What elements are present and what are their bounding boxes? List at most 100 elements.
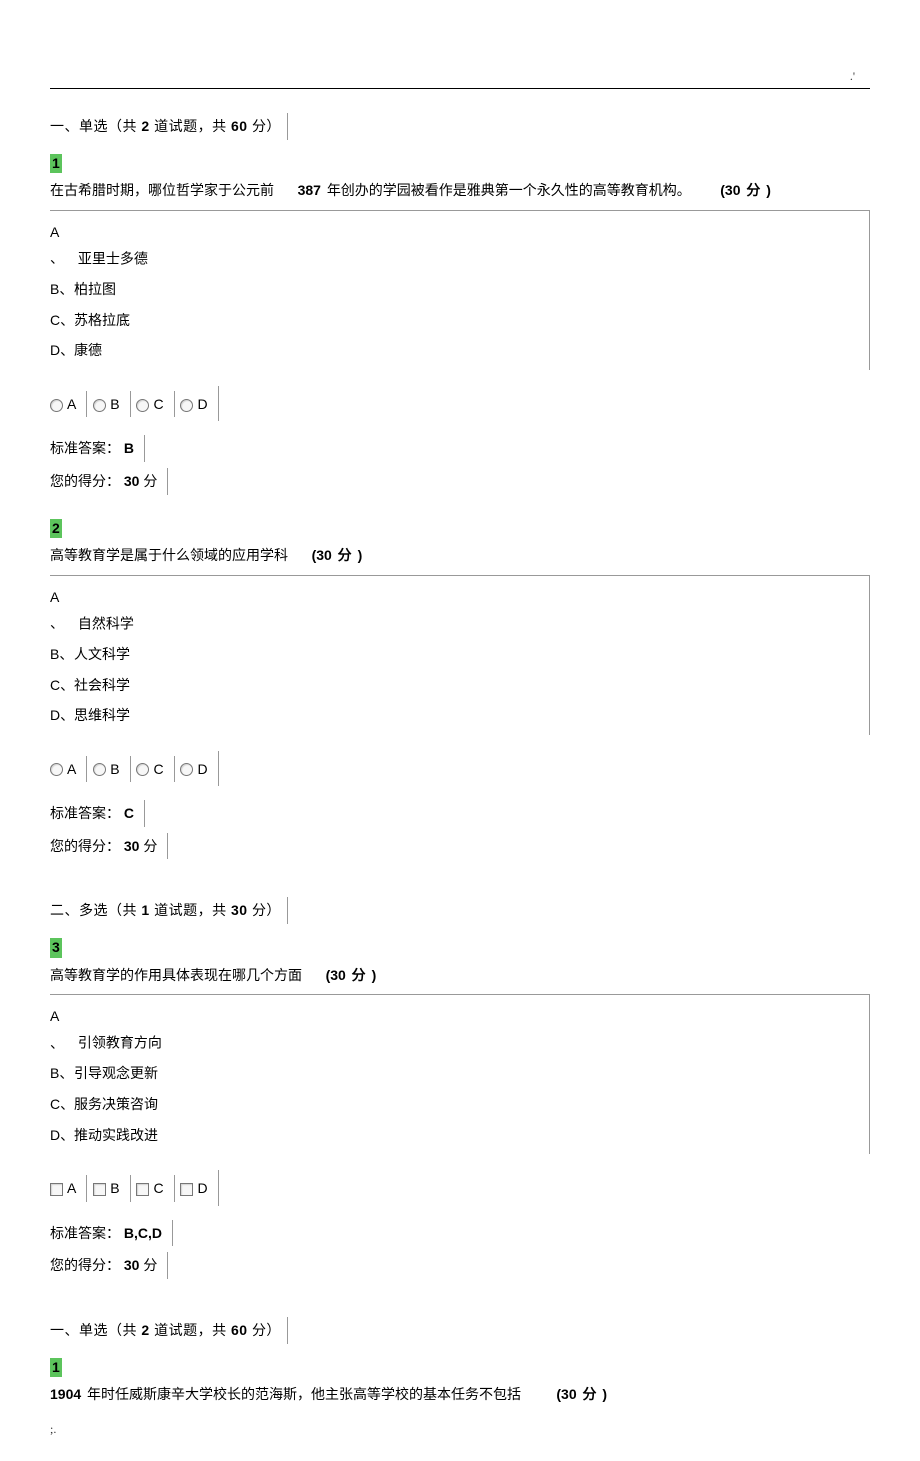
radio-label: C <box>153 396 163 412</box>
section-header-pre: 二、多选（共 <box>50 902 137 918</box>
choices: A 、 自然科学 B、人文科学 C、社会科学 D、思维科学 <box>50 575 870 735</box>
checkbox-option-c[interactable]: C <box>134 1175 174 1202</box>
radio-label: A <box>67 396 76 412</box>
question-number: 3 <box>50 938 62 958</box>
choice-letter: D、 <box>50 702 74 729</box>
radio-option-d[interactable]: D <box>178 391 207 418</box>
radio-option-c[interactable]: C <box>134 756 174 783</box>
section-header-pts: 60 <box>231 1322 248 1338</box>
radio-option-c[interactable]: C <box>134 391 174 418</box>
question-text-b: 387 <box>298 182 321 198</box>
section-header-count: 2 <box>141 118 149 134</box>
choices: A 、 引领教育方向 B、引导观念更新 C、服务决策咨询 D、推动实践改进 <box>50 994 870 1154</box>
score-value: 30 <box>124 1257 140 1273</box>
section-single-choice-2: 一、单选（共 2 道试题，共 60 分） <box>50 1317 870 1346</box>
radio-icon <box>93 399 106 412</box>
checkbox-option-b[interactable]: B <box>91 1175 130 1202</box>
score-label: 您的得分： <box>50 838 120 854</box>
choice-c: C、服务决策咨询 <box>50 1089 869 1120</box>
answer-label: 标准答案： <box>50 805 120 821</box>
your-score: 您的得分： 30 分 <box>50 833 168 860</box>
radio-option-a[interactable]: A <box>50 391 87 418</box>
checkbox-label: A <box>67 1180 76 1196</box>
your-score: 您的得分： 30 分 <box>50 468 168 495</box>
checkbox-icon <box>93 1183 106 1196</box>
section-header: 一、单选（共 2 道试题，共 60 分） <box>50 113 288 140</box>
question-text: 在古希腊时期，哪位哲学家于公元前 387 年创办的学园被看作是雅典第一个永久性的… <box>50 177 870 204</box>
answer-value: B,C,D <box>124 1225 162 1241</box>
choices: A 、 亚里士多德 B、柏拉图 C、苏格拉底 D、康德 <box>50 210 870 370</box>
question-text: 1904 年时任威斯康辛大学校长的范海斯，他主张高等学校的基本任务不包括 (30… <box>50 1381 870 1408</box>
radio-label: B <box>110 396 119 412</box>
section-header-text: 二、多选（共 1 道试题，共 30 分） <box>50 902 281 918</box>
score-value: 30 <box>124 473 140 489</box>
question-points: (30 分 ) <box>556 1386 607 1402</box>
section-header-count: 2 <box>141 1322 149 1338</box>
choice-b: B、人文科学 <box>50 639 869 670</box>
radio-option-d[interactable]: D <box>178 756 207 783</box>
choice-text: 服务决策咨询 <box>74 1096 158 1112</box>
section-multi-choice: 二、多选（共 1 道试题，共 30 分） <box>50 897 870 926</box>
radio-option-b[interactable]: B <box>91 391 130 418</box>
question-4: 1 1904 年时任威斯康辛大学校长的范海斯，他主张高等学校的基本任务不包括 (… <box>50 1354 870 1408</box>
standard-answer: 标准答案： C <box>50 800 145 827</box>
section-header-pts: 30 <box>231 902 248 918</box>
question-text: 高等教育学是属于什么领域的应用学科 (30 分 ) <box>50 542 870 569</box>
choice-text: 引领教育方向 <box>78 1035 162 1051</box>
choice-text: 亚里士多德 <box>78 250 148 266</box>
question-text: 高等教育学的作用具体表现在哪几个方面 (30 分 ) <box>50 962 870 989</box>
choice-letter: A 、 <box>50 584 74 637</box>
checkbox-option-a[interactable]: A <box>50 1175 87 1202</box>
choice-letter: A 、 <box>50 1003 74 1056</box>
choice-c: C、苏格拉底 <box>50 305 869 336</box>
choice-text: 推动实践改进 <box>74 1127 158 1143</box>
radio-option-b[interactable]: B <box>91 756 130 783</box>
checkbox-label: D <box>197 1180 207 1196</box>
question-points: (30 分 ) <box>720 182 771 198</box>
choice-letter: D、 <box>50 1122 74 1149</box>
question-points: (30 分 ) <box>326 967 377 983</box>
choice-text: 社会科学 <box>74 677 130 693</box>
radio-icon <box>180 399 193 412</box>
question-text-a: 在古希腊时期，哪位哲学家于公元前 <box>50 182 274 198</box>
radio-icon <box>136 399 149 412</box>
answer-value: C <box>124 805 134 821</box>
checkbox-icon <box>180 1183 193 1196</box>
corner-mark-top: .' <box>850 65 855 88</box>
question-text-main: 高等教育学的作用具体表现在哪几个方面 <box>50 967 302 983</box>
radio-option-a[interactable]: A <box>50 756 87 783</box>
radio-icon <box>50 399 63 412</box>
answer-value: B <box>124 440 134 456</box>
radio-label: C <box>153 761 163 777</box>
section-header: 一、单选（共 2 道试题，共 60 分） <box>50 1317 288 1344</box>
answer-label: 标准答案： <box>50 1225 120 1241</box>
choice-text: 人文科学 <box>74 646 130 662</box>
choice-d: D、思维科学 <box>50 700 869 731</box>
choice-letter: B、 <box>50 1060 74 1087</box>
question-2: 2 高等教育学是属于什么领域的应用学科 (30 分 ) A 、 自然科学 B、人… <box>50 515 870 872</box>
section-header-mid: 道试题，共 <box>154 1322 227 1338</box>
choice-letter: B、 <box>50 641 74 668</box>
answer-label: 标准答案： <box>50 440 120 456</box>
choice-text: 自然科学 <box>78 615 134 631</box>
question-number: 1 <box>50 154 62 174</box>
choice-text: 康德 <box>74 342 102 358</box>
question-number: 2 <box>50 519 62 539</box>
radio-icon <box>180 763 193 776</box>
checkbox-icon <box>136 1183 149 1196</box>
choice-a: A 、 亚里士多德 <box>50 217 869 274</box>
answer-inputs: A B C D <box>50 386 219 422</box>
your-score: 您的得分： 30 分 <box>50 1252 168 1279</box>
score-unit: 分 <box>143 473 157 489</box>
choice-letter: C、 <box>50 1091 74 1118</box>
score-unit: 分 <box>143 1257 157 1273</box>
checkbox-icon <box>50 1183 63 1196</box>
section-header-text: 一、单选（共 2 道试题，共 60 分） <box>50 118 281 134</box>
question-text-main: 高等教育学是属于什么领域的应用学科 <box>50 547 288 563</box>
question-number: 1 <box>50 1358 62 1378</box>
question-points: (30 分 ) <box>312 547 363 563</box>
score-unit: 分 <box>143 838 157 854</box>
checkbox-option-d[interactable]: D <box>178 1175 207 1202</box>
question-3: 3 高等教育学的作用具体表现在哪几个方面 (30 分 ) A 、 引领教育方向 … <box>50 934 870 1291</box>
score-label: 您的得分： <box>50 1257 120 1273</box>
